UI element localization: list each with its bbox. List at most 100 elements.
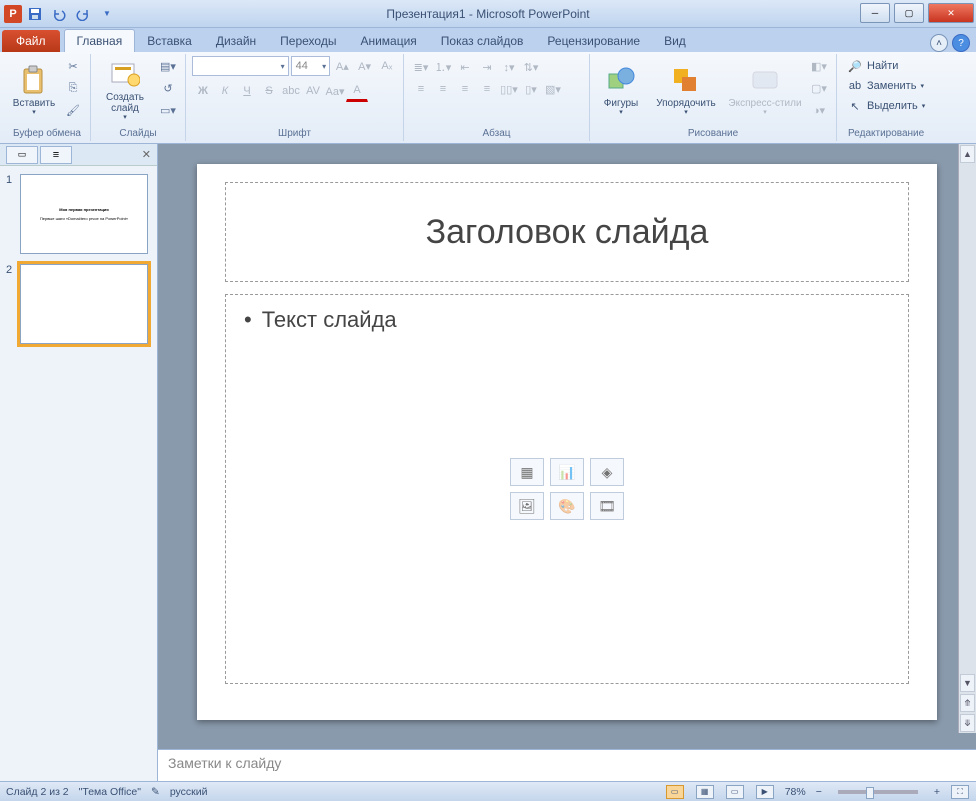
change-case-icon[interactable]: Aa▾ — [324, 80, 346, 102]
vertical-scrollbar[interactable]: ▲ ▼ ⤊ ⤋ — [958, 144, 976, 733]
inc-indent-icon[interactable]: ⇥ — [476, 56, 498, 78]
slideshow-view-icon[interactable]: ▶ — [756, 785, 774, 799]
smartart-icon[interactable]: ▧▾ — [542, 78, 564, 100]
title-placeholder[interactable]: Заголовок слайда — [225, 182, 909, 282]
insert-picture-icon[interactable]: 🖼 — [510, 492, 544, 520]
sorter-view-icon[interactable]: ▦ — [696, 785, 714, 799]
strike-icon[interactable]: S — [258, 80, 280, 102]
insert-table-icon[interactable]: ▦ — [510, 458, 544, 486]
file-tab[interactable]: Файл — [2, 30, 60, 52]
status-language[interactable]: русский — [170, 786, 208, 798]
shape-outline-icon[interactable]: ▢▾ — [808, 78, 830, 98]
minimize-button[interactable]: ─ — [860, 3, 890, 23]
spacing-icon[interactable]: AV — [302, 80, 324, 102]
shapes-button[interactable]: Фигуры▾ — [596, 56, 646, 124]
outline-tab-icon[interactable]: ≡ — [40, 146, 72, 164]
grow-font-icon[interactable]: A▴ — [332, 56, 352, 76]
tab-view[interactable]: Вид — [652, 30, 698, 52]
status-bar: Слайд 2 из 2 "Тема Office" ✎ русский ▭ ▦… — [0, 781, 976, 801]
insert-clipart-icon[interactable]: 🎨 — [550, 492, 584, 520]
replace-button[interactable]: abЗаменить▾ — [843, 76, 929, 96]
tab-animation[interactable]: Анимация — [348, 30, 428, 52]
reading-view-icon[interactable]: ▭ — [726, 785, 744, 799]
line-spacing-icon[interactable]: ↕▾ — [498, 56, 520, 78]
cut-icon[interactable]: ✂ — [62, 56, 84, 76]
reset-icon[interactable]: ↺ — [157, 78, 179, 98]
arrange-button[interactable]: Упорядочить▾ — [650, 56, 722, 124]
text-direction-icon[interactable]: ⇅▾ — [520, 56, 542, 78]
shape-fill-icon[interactable]: ◧▾ — [808, 56, 830, 76]
align-right-icon[interactable]: ≡ — [454, 78, 476, 100]
redo-icon[interactable] — [72, 3, 94, 25]
section-icon[interactable]: ▭▾ — [157, 100, 179, 120]
slide-canvas[interactable]: Заголовок слайда Текст слайда ▦ 📊 ◈ 🖼 🎨 … — [197, 164, 937, 720]
layout-icon[interactable]: ▤▾ — [157, 56, 179, 76]
underline-icon[interactable]: Ч — [236, 80, 258, 102]
bold-icon[interactable]: Ж — [192, 80, 214, 102]
copy-icon[interactable]: ⎘ — [62, 78, 84, 98]
prev-slide-icon[interactable]: ⤊ — [960, 694, 975, 712]
tab-review[interactable]: Рецензирование — [535, 30, 652, 52]
fit-window-icon[interactable]: ⛶ — [951, 785, 969, 799]
tab-home[interactable]: Главная — [64, 29, 136, 52]
font-size-combo[interactable]: 44 — [291, 56, 331, 76]
normal-view-icon[interactable]: ▭ — [666, 785, 684, 799]
quick-styles-button[interactable]: Экспресс-стили▾ — [726, 56, 804, 124]
shadow-icon[interactable]: abc — [280, 80, 302, 102]
new-slide-button[interactable]: Создать слайд▾ — [97, 56, 153, 124]
clear-format-icon[interactable]: Aₓ — [377, 56, 397, 76]
undo-icon[interactable] — [48, 3, 70, 25]
shrink-font-icon[interactable]: A▾ — [354, 56, 374, 76]
ribbon-minimize-icon[interactable]: ˄ — [930, 34, 948, 52]
align-text-icon[interactable]: ▯▾ — [520, 78, 542, 100]
maximize-button[interactable]: ▢ — [894, 3, 924, 23]
zoom-in-icon[interactable]: + — [934, 786, 940, 798]
select-button[interactable]: ↖Выделить▾ — [843, 96, 929, 116]
close-pane-icon[interactable]: ✕ — [142, 148, 151, 161]
slide-thumb[interactable]: 1 Моя первая презентацияПервые шаги «Dom… — [6, 174, 151, 254]
quick-styles-label: Экспресс-стили — [728, 98, 801, 109]
slide-editor: Заголовок слайда Текст слайда ▦ 📊 ◈ 🖼 🎨 … — [158, 144, 976, 781]
shape-effects-icon[interactable]: ◑▾ — [808, 100, 830, 120]
content-placeholder[interactable]: Текст слайда ▦ 📊 ◈ 🖼 🎨 🎞 — [225, 294, 909, 684]
close-button[interactable]: ✕ — [928, 3, 974, 23]
find-button[interactable]: 🔎Найти — [843, 56, 929, 76]
format-painter-icon[interactable]: 🖌 — [62, 100, 84, 120]
insert-smartart-icon[interactable]: ◈ — [590, 458, 624, 486]
slide-thumb[interactable]: 2 — [6, 264, 151, 344]
tab-insert[interactable]: Вставка — [135, 30, 204, 52]
font-color-icon[interactable]: A — [346, 80, 368, 102]
scroll-down-icon[interactable]: ▼ — [960, 674, 975, 692]
zoom-out-icon[interactable]: − — [816, 786, 822, 798]
group-paragraph: ≣▾ ⒈▾ ⇤ ⇥ ↕▾ ⇅▾ ≡ ≡ ≡ ≡ ▯▯▾ ▯▾ ▧▾ Абз — [404, 54, 590, 141]
align-left-icon[interactable]: ≡ — [410, 78, 432, 100]
save-icon[interactable] — [24, 3, 46, 25]
tab-slideshow[interactable]: Показ слайдов — [429, 30, 536, 52]
qat-customize-icon[interactable]: ▼ — [96, 3, 118, 25]
align-center-icon[interactable]: ≡ — [432, 78, 454, 100]
tab-design[interactable]: Дизайн — [204, 30, 268, 52]
zoom-slider[interactable] — [838, 790, 918, 794]
insert-media-icon[interactable]: 🎞 — [590, 492, 624, 520]
group-drawing: Фигуры▾ Упорядочить▾ Экспресс-стили▾ ◧▾ … — [590, 54, 837, 141]
numbering-icon[interactable]: ⒈▾ — [432, 56, 454, 78]
zoom-value[interactable]: 78% — [785, 786, 806, 798]
help-icon[interactable]: ? — [952, 34, 970, 52]
dec-indent-icon[interactable]: ⇤ — [454, 56, 476, 78]
notes-pane[interactable]: Заметки к слайду — [158, 749, 976, 781]
bullets-icon[interactable]: ≣▾ — [410, 56, 432, 78]
body-text: Текст слайда — [244, 307, 890, 333]
paste-button[interactable]: Вставить▾ — [10, 56, 58, 124]
next-slide-icon[interactable]: ⤋ — [960, 714, 975, 732]
justify-icon[interactable]: ≡ — [476, 78, 498, 100]
tab-transitions[interactable]: Переходы — [268, 30, 348, 52]
spellcheck-icon[interactable]: ✎ — [151, 786, 160, 798]
italic-icon[interactable]: К — [214, 80, 236, 102]
thumb-number: 1 — [6, 174, 16, 254]
insert-chart-icon[interactable]: 📊 — [550, 458, 584, 486]
slides-tab-icon[interactable]: ▭ — [6, 146, 38, 164]
columns-icon[interactable]: ▯▯▾ — [498, 78, 520, 100]
scroll-up-icon[interactable]: ▲ — [960, 145, 975, 163]
arrange-icon — [670, 64, 702, 96]
font-name-combo[interactable] — [192, 56, 289, 76]
